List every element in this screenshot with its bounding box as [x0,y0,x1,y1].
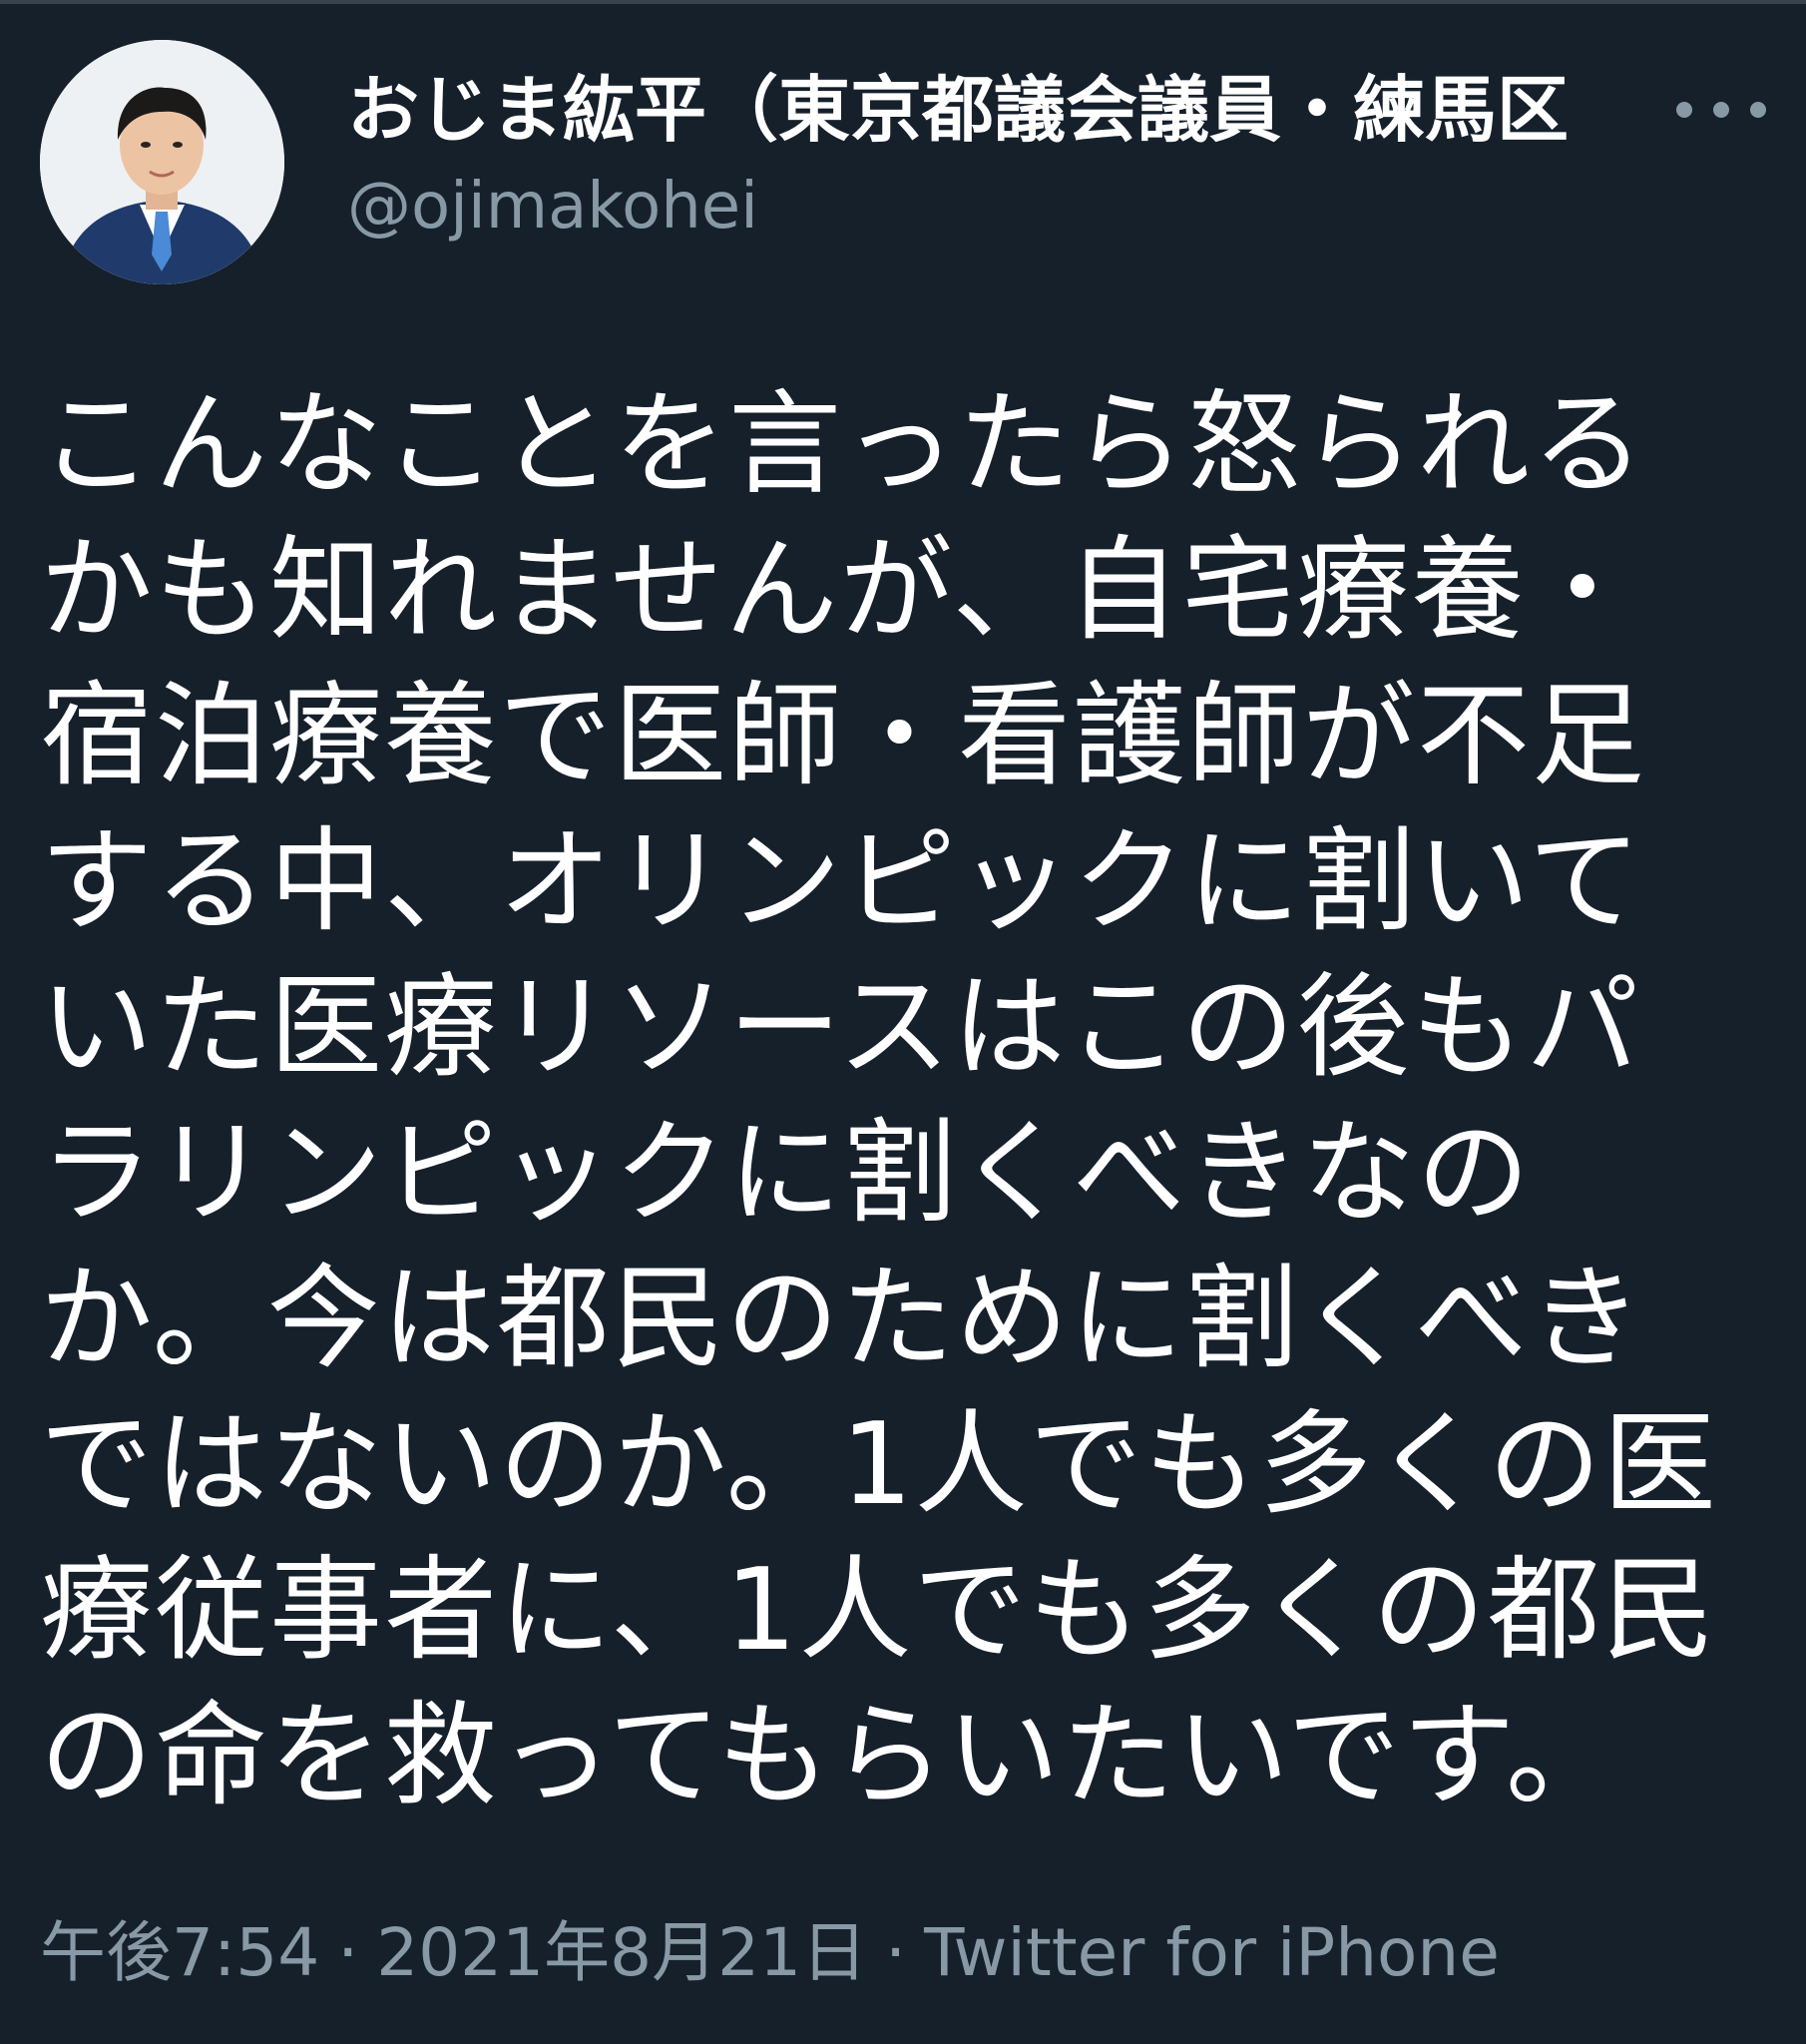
tweet-date[interactable]: 2021年8月21日 [376,1914,867,1991]
tweet-text-line: ではないのか。1人でも多くの医 [40,1398,1718,1530]
tweet-text-line: 宿泊療養で医師・看護師が不足 [40,670,1646,801]
tweet-time[interactable]: 午後7:54 [40,1914,319,1991]
tweet-source-link[interactable]: Twitter for iPhone [924,1914,1500,1991]
tweet-text-line: いた医療リソースはこの後もパ [40,961,1641,1093]
user-info: おじま紘平（東京都議会議員・練馬区 @ojimakohei [347,60,1644,252]
tweet-text-line: こんなことを言ったら怒られる [40,378,1646,510]
tweet-text-line: の命を救ってもらいたいです。 [40,1690,1621,1821]
avatar-photo [40,40,284,284]
tweet-text-line: 療従事者に、1人でも多くの都民 [40,1544,1717,1676]
display-name[interactable]: おじま紘平（東京都議会議員・練馬区 [347,60,1644,160]
tweet-text-line: かも知れませんが、自宅療養・ [40,524,1641,656]
more-horizontal-icon [1676,102,1692,118]
user-handle[interactable]: @ojimakohei [347,162,1644,252]
tweet-text: こんなことを言ったら怒られる かも知れませんが、自宅療養・ 宿泊療養で医師・看護… [40,371,1776,1828]
meta-separator: · [337,1914,359,1991]
tweet-text-line: か。今は都民のために割くべき [40,1253,1644,1384]
tweet: おじま紘平（東京都議会議員・練馬区 @ojimakohei こんなことを言ったら… [0,0,1806,2044]
tweet-metadata: 午後7:54 · 2021年8月21日 · Twitter for iPhone [40,1908,1776,1998]
more-options-button[interactable] [1676,80,1766,140]
meta-separator: · [885,1914,907,1991]
avatar[interactable] [40,40,284,284]
more-horizontal-icon-dot [1713,102,1729,118]
tweet-text-line: ラリンピックに割くべきなの [40,1107,1532,1239]
tweet-header: おじま紘平（東京都議会議員・練馬区 @ojimakohei [40,40,1766,289]
more-horizontal-icon-dot [1750,102,1766,118]
tweet-text-line: する中、オリンピックに割いて [40,815,1643,947]
